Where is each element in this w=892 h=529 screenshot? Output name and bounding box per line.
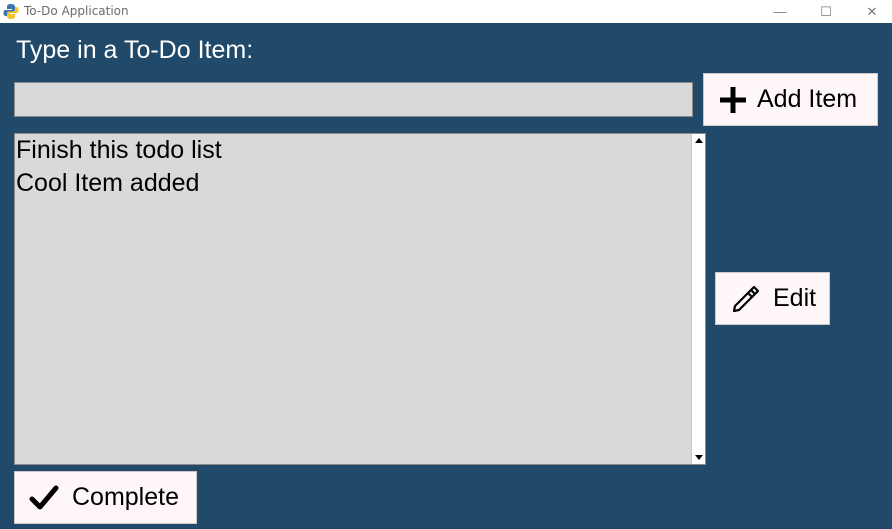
edit-button[interactable]: Edit xyxy=(715,272,830,325)
maximize-icon: ☐ xyxy=(820,3,832,19)
todo-prompt-label: Type in a To-Do Item: xyxy=(16,36,254,64)
maximize-button[interactable]: ☐ xyxy=(803,0,849,23)
title-bar: To-Do Application — ☐ ✕ xyxy=(0,0,892,23)
add-item-label: Add Item xyxy=(757,85,858,113)
minimize-button[interactable]: — xyxy=(757,0,803,23)
main-content: Type in a To-Do Item: Add Item Finish th… xyxy=(0,23,892,529)
arrow-down-icon xyxy=(694,455,703,460)
complete-button[interactable]: Complete xyxy=(14,471,197,524)
complete-label: Complete xyxy=(72,483,179,511)
scroll-up-button[interactable] xyxy=(692,134,705,147)
window-title: To-Do Application xyxy=(24,4,129,18)
arrow-up-icon xyxy=(694,138,703,143)
todo-listbox[interactable]: Finish this todo list Cool Item added xyxy=(14,133,706,465)
todo-item-input[interactable] xyxy=(14,82,693,117)
plus-icon xyxy=(719,86,747,114)
python-logo-icon xyxy=(3,3,19,20)
scroll-down-button[interactable] xyxy=(692,451,705,464)
checkmark-icon xyxy=(29,484,59,512)
todo-list-items: Finish this todo list Cool Item added xyxy=(15,134,691,464)
add-item-button[interactable]: Add Item xyxy=(703,73,878,126)
close-button[interactable]: ✕ xyxy=(849,0,892,23)
pencil-icon xyxy=(731,284,761,314)
vertical-scrollbar[interactable] xyxy=(691,134,705,464)
minimize-icon: — xyxy=(773,4,787,19)
close-icon: ✕ xyxy=(866,3,878,19)
todo-list-item[interactable]: Finish this todo list xyxy=(15,134,691,167)
edit-label: Edit xyxy=(773,284,817,312)
todo-list-item[interactable]: Cool Item added xyxy=(15,167,691,200)
